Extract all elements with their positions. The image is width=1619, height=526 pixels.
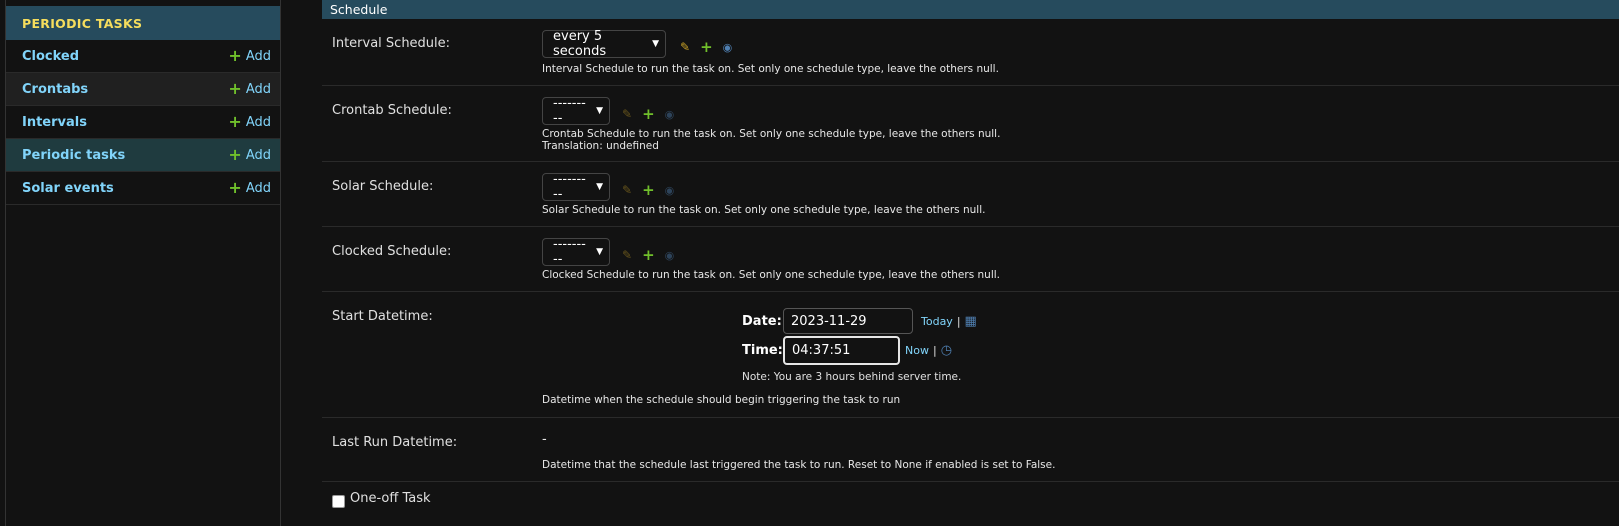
sidebar-item-intervals: Intervals + Add bbox=[6, 106, 280, 139]
date-label: Date: bbox=[742, 314, 782, 329]
sidebar-item-label[interactable]: Intervals bbox=[22, 115, 87, 130]
crontab-schedule-field: --------- ▼ bbox=[542, 96, 610, 126]
pencil-icon[interactable]: ✎ bbox=[680, 40, 690, 54]
chevron-down-icon: ▼ bbox=[596, 106, 603, 116]
plus-icon: + bbox=[228, 178, 242, 197]
related-controls: ✎ + ◉ bbox=[622, 105, 674, 123]
clock-icon[interactable]: ◷ bbox=[941, 343, 952, 358]
pencil-icon[interactable]: ✎ bbox=[622, 183, 632, 197]
field-label: Interval Schedule: bbox=[332, 36, 451, 51]
plus-icon: + bbox=[228, 112, 242, 131]
crontab-schedule-select[interactable]: --------- ▼ bbox=[542, 96, 610, 126]
main-form: Schedule Interval Schedule: every 5 seco… bbox=[322, 0, 1619, 526]
help-text: Clocked Schedule to run the task on. Set… bbox=[542, 269, 1000, 281]
timezone-note: Note: You are 3 hours behind server time… bbox=[742, 371, 962, 383]
field-label: Solar Schedule: bbox=[332, 179, 434, 194]
today-link[interactable]: Today bbox=[921, 315, 953, 328]
solar-schedule-field: --------- ▼ bbox=[542, 172, 610, 202]
sidebar: PERIODIC TASKS Clocked + Add Crontabs + Ad… bbox=[5, 0, 281, 526]
add-related-icon[interactable]: + bbox=[642, 105, 655, 123]
help-text: Interval Schedule to run the task on. Se… bbox=[542, 63, 999, 75]
chevron-down-icon: ▼ bbox=[652, 39, 659, 49]
add-clocked-link[interactable]: + Add bbox=[228, 48, 271, 64]
last-run-datetime-row: Last Run Datetime: - Datetime that the s… bbox=[322, 418, 1619, 482]
add-interval-link[interactable]: + Add bbox=[228, 114, 271, 130]
field-label: Last Run Datetime: bbox=[332, 435, 458, 450]
field-label: Start Datetime: bbox=[332, 309, 433, 324]
sidebar-item-solar-events: Solar events + Add bbox=[6, 172, 280, 205]
eye-icon[interactable]: ◉ bbox=[665, 249, 675, 262]
solar-schedule-select[interactable]: --------- ▼ bbox=[542, 172, 610, 202]
solar-schedule-row: Solar Schedule: --------- ▼ ✎ + ◉ Solar S… bbox=[322, 162, 1619, 227]
clocked-schedule-row: Clocked Schedule: --------- ▼ ✎ + ◉ Clock… bbox=[322, 227, 1619, 292]
help-text: Datetime when the schedule should begin … bbox=[542, 394, 901, 406]
add-periodic-task-link[interactable]: + Add bbox=[228, 147, 271, 163]
date-shortcuts: Today | ▦ bbox=[921, 314, 977, 329]
one-off-task-checkbox[interactable] bbox=[332, 495, 345, 508]
field-label: Crontab Schedule: bbox=[332, 103, 452, 118]
plus-icon: + bbox=[228, 79, 242, 98]
one-off-task-row: One-off Task bbox=[322, 482, 1619, 522]
sidebar-item-periodic-tasks: Periodic tasks + Add bbox=[6, 139, 280, 172]
interval-schedule-row: Interval Schedule: every 5 seconds ▼ ✎ + … bbox=[322, 19, 1619, 86]
eye-icon[interactable]: ◉ bbox=[665, 108, 675, 121]
sidebar-item-label[interactable]: Clocked bbox=[22, 49, 79, 64]
sidebar-app-header[interactable]: PERIODIC TASKS bbox=[6, 6, 280, 40]
add-solar-event-link[interactable]: + Add bbox=[228, 180, 271, 196]
sidebar-item-label[interactable]: Solar events bbox=[22, 181, 114, 196]
clocked-schedule-field: --------- ▼ bbox=[542, 237, 610, 267]
interval-schedule-select[interactable]: every 5 seconds ▼ bbox=[542, 29, 666, 59]
sidebar-item-label[interactable]: Crontabs bbox=[22, 82, 88, 97]
add-related-icon[interactable]: + bbox=[700, 38, 713, 56]
one-off-task-label[interactable]: One-off Task bbox=[350, 491, 431, 506]
time-label: Time: bbox=[742, 343, 783, 358]
related-controls: ✎ + ◉ bbox=[622, 246, 674, 264]
interval-schedule-field: every 5 seconds ▼ bbox=[542, 29, 666, 59]
plus-icon: + bbox=[228, 46, 242, 65]
chevron-down-icon: ▼ bbox=[596, 182, 603, 192]
last-run-value: - bbox=[542, 432, 547, 447]
sidebar-item-crontabs: Crontabs + Add bbox=[6, 73, 280, 106]
related-controls: ✎ + ◉ bbox=[622, 181, 674, 199]
crontab-schedule-row: Crontab Schedule: --------- ▼ ✎ + ◉ Cront… bbox=[322, 86, 1619, 162]
start-datetime-row: Start Datetime: Date: 2023-11-29 Today |… bbox=[322, 292, 1619, 418]
help-text: Solar Schedule to run the task on. Set o… bbox=[542, 204, 986, 216]
eye-icon[interactable]: ◉ bbox=[723, 41, 733, 54]
clocked-schedule-select[interactable]: --------- ▼ bbox=[542, 237, 610, 267]
related-controls: ✎ + ◉ bbox=[680, 38, 732, 56]
sidebar-item-label[interactable]: Periodic tasks bbox=[22, 148, 125, 163]
chevron-down-icon: ▼ bbox=[596, 247, 603, 257]
add-related-icon[interactable]: + bbox=[642, 181, 655, 199]
time-shortcuts: Now | ◷ bbox=[905, 343, 953, 358]
date-input[interactable]: 2023-11-29 bbox=[783, 308, 913, 334]
eye-icon[interactable]: ◉ bbox=[665, 184, 675, 197]
pencil-icon[interactable]: ✎ bbox=[622, 107, 632, 121]
pencil-icon[interactable]: ✎ bbox=[622, 248, 632, 262]
translation-note: Translation: undefined bbox=[542, 140, 659, 152]
calendar-icon[interactable]: ▦ bbox=[965, 314, 977, 329]
plus-icon: + bbox=[228, 145, 242, 164]
help-text: Datetime that the schedule last triggere… bbox=[542, 459, 1056, 471]
help-text: Crontab Schedule to run the task on. Set… bbox=[542, 128, 1001, 140]
section-title: Schedule bbox=[322, 0, 1619, 19]
sidebar-item-clocked: Clocked + Add bbox=[6, 40, 280, 73]
now-link[interactable]: Now bbox=[905, 344, 929, 357]
add-related-icon[interactable]: + bbox=[642, 246, 655, 264]
time-input[interactable]: 04:37:51 bbox=[783, 336, 900, 365]
field-label: Clocked Schedule: bbox=[332, 244, 452, 259]
add-crontab-link[interactable]: + Add bbox=[228, 81, 271, 97]
